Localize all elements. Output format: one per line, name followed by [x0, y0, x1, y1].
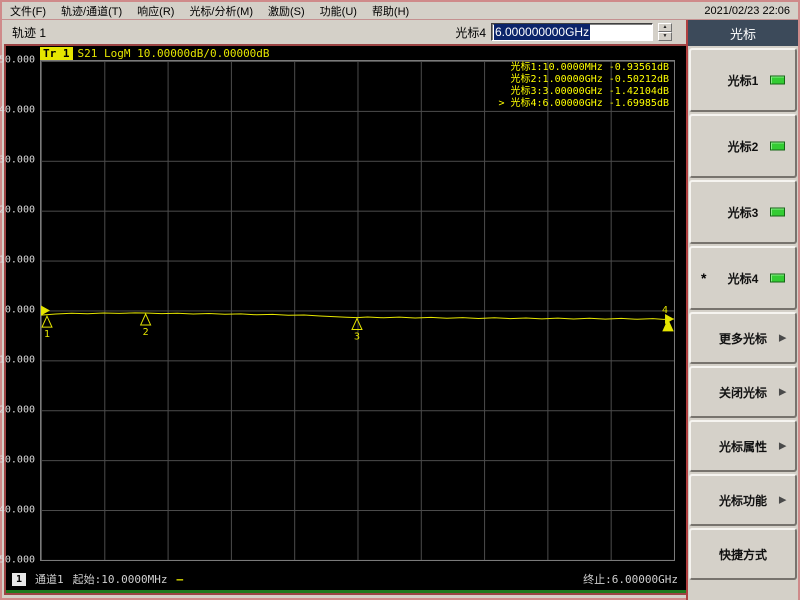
marker-readout-line: 光标2:1.00000GHz -0.50212dB: [510, 74, 669, 85]
y-tick-label: -40.000: [0, 504, 35, 516]
menu-file[interactable]: 文件(F): [10, 3, 46, 19]
marker2-on-led-icon: [770, 141, 785, 151]
sweep-stop-label: 终止:6.00000GHz: [583, 573, 678, 586]
marker1-on-led-icon: [770, 75, 785, 85]
marker-frequency-value: 6.000000000GHz: [494, 24, 591, 40]
menu-utility[interactable]: 功能(U): [320, 3, 357, 19]
vna-application-window: 文件(F) 轨迹/通道(T) 响应(R) 光标/分析(M) 激励(S) 功能(U…: [0, 0, 800, 600]
menu-trace-channel[interactable]: 轨迹/通道(T): [61, 3, 122, 19]
softkey-marker-properties[interactable]: 光标属性 ▶: [689, 420, 797, 472]
y-tick-label: 40.000: [0, 104, 35, 116]
softkey-more-markers[interactable]: 更多光标 ▶: [689, 312, 797, 364]
svg-text:4: 4: [662, 305, 668, 316]
menu-marker-analysis[interactable]: 光标/分析(M): [189, 3, 253, 19]
submenu-arrow-icon: ▶: [779, 494, 786, 505]
softkey-marker3[interactable]: 光标3: [689, 180, 797, 244]
y-axis-labels: 50.000 40.000 30.000 20.000 10.000 0.000 -10.0…: [0, 55, 37, 566]
svg-text:2: 2: [143, 327, 149, 338]
softkey-shortcut[interactable]: 快捷方式: [689, 528, 797, 580]
marker-readout-line-active: > 光标4:6.00000GHz -1.69985dB: [498, 98, 669, 109]
y-tick-label: -10.000: [0, 354, 35, 366]
toolbar-row: 轨迹 1 光标4 6.000000000GHz ▲ ▼: [2, 20, 686, 44]
submenu-arrow-icon: ▶: [779, 332, 786, 343]
softkey-marker4[interactable]: * 光标4: [689, 246, 797, 310]
submenu-arrow-icon: ▶: [779, 386, 786, 397]
softkey-marker2[interactable]: 光标2: [689, 114, 797, 178]
spinner-up-button[interactable]: ▲: [658, 23, 672, 32]
marker3-on-led-icon: [770, 207, 785, 217]
marker-frequency-entry: 光标4 6.000000000GHz ▲ ▼: [455, 23, 686, 41]
menu-help[interactable]: 帮助(H): [372, 3, 409, 19]
submenu-arrow-icon: ▶: [779, 440, 786, 451]
channel-status-bar: 1 通道1 起始:10.0000MHz — 终止:6.00000GHz: [12, 571, 678, 587]
sweep-start-label: 起始:10.0000MHz: [72, 573, 168, 586]
marker-readout-panel: 光标1:10.0000MHz -0.93561dB 光标2:1.00000GHz…: [498, 62, 669, 110]
marker-frequency-input[interactable]: 6.000000000GHz: [491, 23, 653, 41]
menu-response[interactable]: 响应(R): [137, 3, 174, 19]
softkey-marker1[interactable]: 光标1: [689, 48, 797, 112]
marker-readout-line: 光标1:10.0000MHz -0.93561dB: [510, 62, 669, 73]
y-tick-label: 50.000: [0, 54, 35, 66]
trace-tab[interactable]: 轨迹 1: [12, 24, 46, 41]
frequency-spinner: ▲ ▼: [658, 23, 672, 41]
y-tick-label: 0.000: [4, 304, 35, 316]
marker-entry-label: 光标4: [455, 25, 486, 40]
y-tick-label: -50.000: [0, 554, 35, 566]
graph-panel: Tr 1 S21 LogM 10.00000dB/0.00000dB 50.00…: [0, 44, 688, 595]
softkey-marker-off[interactable]: 关闭光标 ▶: [689, 366, 797, 418]
softkey-sidebar: 光标 光标1 光标2 光标3 * 光标4 更多光标 ▶ 关闭光标 ▶ 光标属性 …: [686, 20, 798, 600]
trace-color-key: —: [176, 572, 184, 586]
sweep-indicator-bar: [6, 590, 686, 593]
menu-stimulus[interactable]: 激励(S): [268, 3, 305, 19]
softkey-list: 光标1 光标2 光标3 * 光标4 更多光标 ▶ 关闭光标 ▶ 光标属性 ▶ 光…: [688, 46, 798, 582]
y-tick-label: 30.000: [0, 154, 35, 166]
trace-header: Tr 1 S21 LogM 10.00000dB/0.00000dB: [40, 47, 270, 60]
trace-measurement-label: S21 LogM 10.00000dB/0.00000dB: [77, 47, 270, 60]
menu-bar: 文件(F) 轨迹/通道(T) 响应(R) 光标/分析(M) 激励(S) 功能(U…: [2, 2, 798, 20]
y-tick-label: 10.000: [0, 254, 35, 266]
softkey-menu-title: 光标: [688, 20, 798, 46]
trace-svg: 1 2 3 4: [41, 305, 674, 343]
active-marker-star: *: [701, 270, 707, 286]
y-tick-label: -20.000: [0, 404, 35, 416]
trace-number-badge[interactable]: Tr 1: [40, 47, 73, 60]
spinner-down-button[interactable]: ▼: [658, 32, 672, 41]
clock-timestamp: 2021/02/23 22:06: [704, 4, 790, 17]
softkey-marker-function[interactable]: 光标功能 ▶: [689, 474, 797, 526]
svg-text:3: 3: [354, 332, 360, 343]
plot-area: 1 2 3 4: [40, 60, 675, 561]
y-tick-label: 20.000: [0, 204, 35, 216]
marker4-on-led-icon: [770, 273, 785, 283]
channel-number-badge: 1: [12, 572, 27, 586]
svg-text:1: 1: [44, 329, 50, 340]
marker-readout-line: 光标3:3.00000GHz -1.42104dB: [510, 86, 669, 97]
channel-label: 通道1: [35, 573, 64, 586]
y-tick-label: -30.000: [0, 454, 35, 466]
